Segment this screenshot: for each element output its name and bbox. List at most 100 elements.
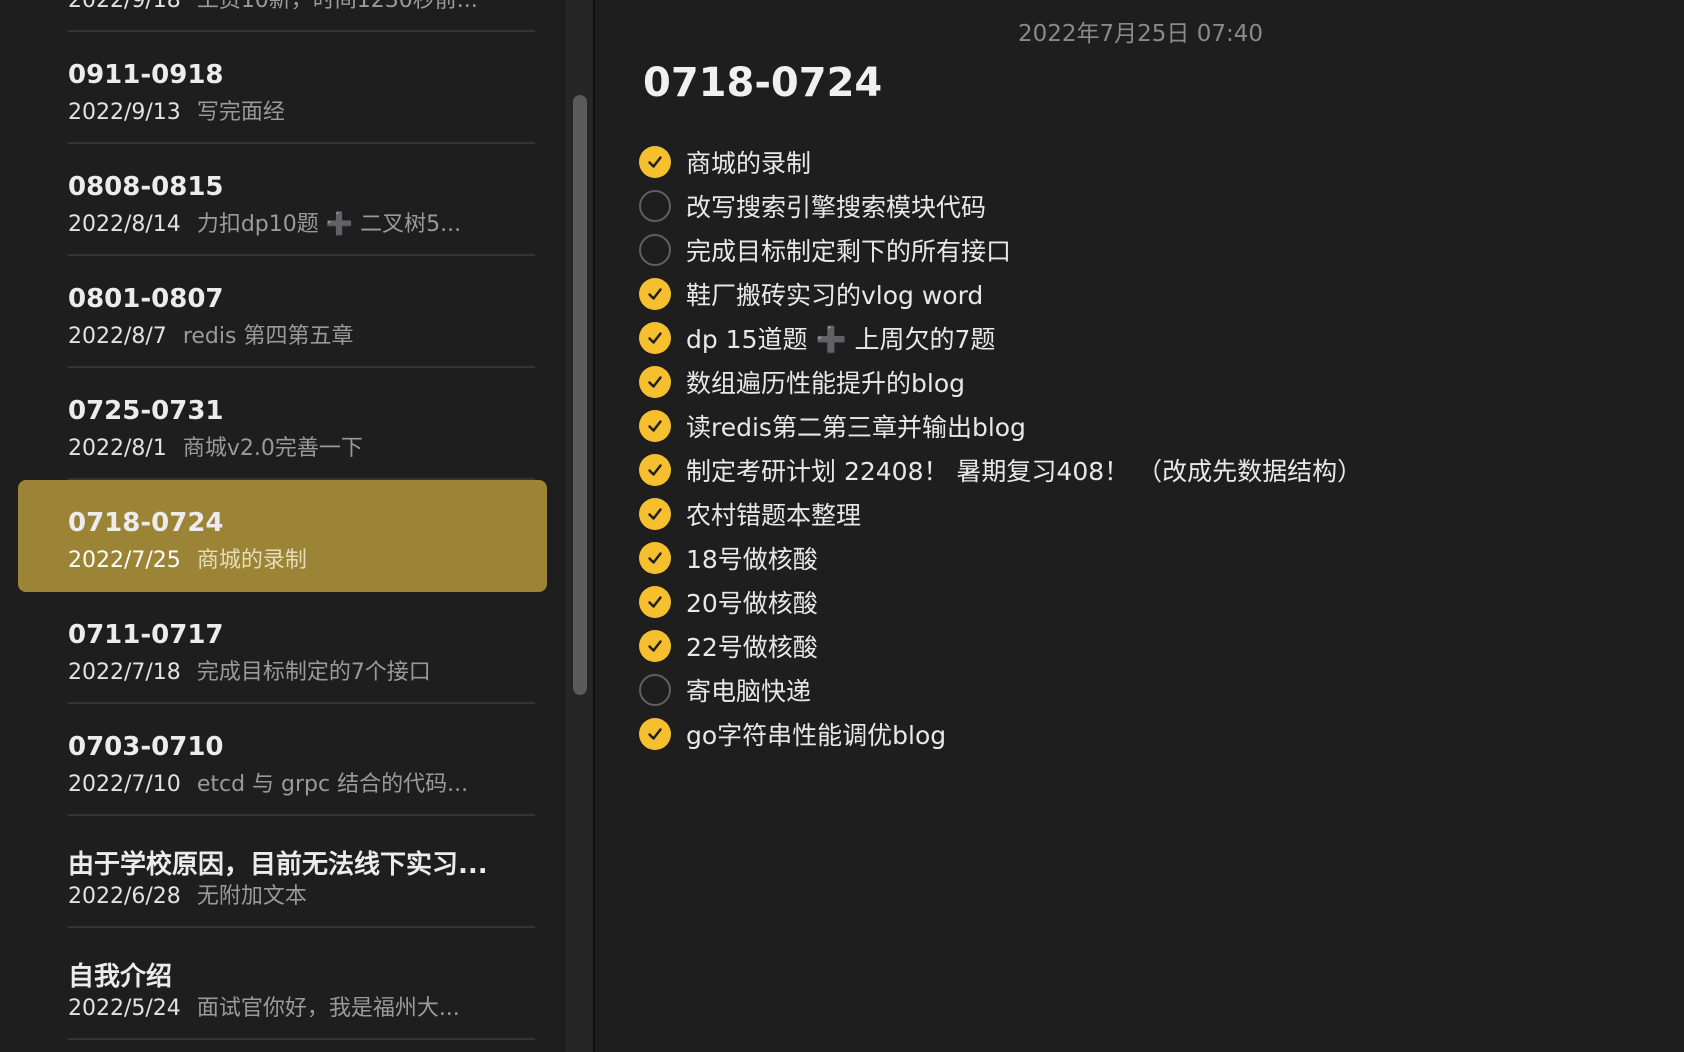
note-meta: 2022/7/10 etcd 与 grpc 结合的代码...	[68, 766, 535, 798]
checklist-item: 18号做核酸	[639, 536, 1664, 580]
checklist-item-text[interactable]: 读redis第二第三章并输出blog	[686, 408, 1026, 444]
checklist-item-text[interactable]: go字符串性能调优blog	[686, 716, 946, 752]
note-title: 自我介绍	[68, 962, 173, 992]
checklist-item: go字符串性能调优blog	[639, 712, 1664, 756]
note-preview: 完成目标制定的7个接口	[196, 660, 431, 685]
checked-circle-icon[interactable]	[639, 454, 671, 486]
checklist-item: 22号做核酸	[639, 624, 1664, 668]
checked-circle-icon[interactable]	[639, 278, 671, 310]
note-list-sidebar: 2022/9/18 工资10新，时间1230秒前... 0911-0918 2022/…	[0, 0, 565, 1052]
note-title: 0711-0717	[68, 620, 224, 650]
unchecked-circle-icon[interactable]	[639, 674, 671, 706]
checklist-item-text[interactable]: 22号做核酸	[686, 628, 818, 664]
note-list-item[interactable]: 自我介绍 2022/5/24 面试官你好，我是福州大...	[18, 928, 547, 1040]
note-date: 2022/7/10	[68, 772, 181, 797]
note-title: 0801-0807	[68, 284, 224, 314]
checked-circle-icon[interactable]	[639, 718, 671, 750]
note-preview: 面试官你好，我是福州大...	[196, 996, 460, 1021]
note-list-item[interactable]: 2022/9/18 工资10新，时间1230秒前...	[18, 0, 547, 32]
note-meta: 2022/8/7 redis 第四第五章	[68, 318, 535, 350]
note-date: 2022/9/13	[68, 100, 181, 125]
checklist-item: 20号做核酸	[639, 580, 1664, 624]
checklist-item-text[interactable]: 完成目标制定剩下的所有接口	[686, 232, 1011, 268]
note-preview: 商城的录制	[196, 548, 307, 573]
sidebar-scrollbar[interactable]	[565, 0, 595, 1052]
checked-circle-icon[interactable]	[639, 366, 671, 398]
note-meta: 2022/6/28 无附加文本	[68, 878, 535, 910]
note-list-item[interactable]: 0808-0815 2022/8/14 力扣dp10题 ➕ 二叉树5...	[18, 144, 547, 256]
note-preview: 工资10新，时间1230秒前...	[196, 0, 478, 13]
note-meta: 2022/8/14 力扣dp10题 ➕ 二叉树5...	[68, 206, 535, 238]
unchecked-circle-icon[interactable]	[639, 234, 671, 266]
note-meta: 2022/9/18 工资10新，时间1230秒前...	[68, 0, 535, 14]
note-date: 2022/5/24	[68, 996, 181, 1021]
note-list: 2022/9/18 工资10新，时间1230秒前... 0911-0918 2022/…	[0, 0, 565, 1040]
note-list-item[interactable]: 0711-0717 2022/7/18 完成目标制定的7个接口	[18, 592, 547, 704]
checklist-item: 制定考研计划 22408！ 暑期复习408！ （改成先数据结构）	[639, 448, 1664, 492]
note-preview: 力扣dp10题 ➕ 二叉树5...	[196, 212, 462, 237]
checklist-item-text[interactable]: 寄电脑快递	[686, 672, 811, 708]
note-list-item[interactable]: 0911-0918 2022/9/13 写完面经	[18, 32, 547, 144]
note-list-item[interactable]: 0801-0807 2022/8/7 redis 第四第五章	[18, 256, 547, 368]
checklist-item: 完成目标制定剩下的所有接口	[639, 228, 1664, 272]
unchecked-circle-icon[interactable]	[639, 190, 671, 222]
note-list-item[interactable]: 0703-0710 2022/7/10 etcd 与 grpc 结合的代码...	[18, 704, 547, 816]
checklist-item-text[interactable]: 20号做核酸	[686, 584, 818, 620]
note-title: 0808-0815	[68, 172, 224, 202]
checklist-item: 数组遍历性能提升的blog	[639, 360, 1664, 404]
note-title: 由于学校原因，目前无法线下实习...	[68, 850, 488, 880]
checklist-item-text[interactable]: 商城的录制	[686, 144, 811, 180]
checklist-item: dp 15道题 ➕ 上周欠的7题	[639, 316, 1664, 360]
note-meta: 2022/7/25 商城的录制	[68, 542, 535, 574]
note-date: 2022/6/28	[68, 884, 181, 909]
checklist-item: 寄电脑快递	[639, 668, 1664, 712]
checked-circle-icon[interactable]	[639, 586, 671, 618]
checklist-item-text[interactable]: dp 15道题 ➕ 上周欠的7题	[686, 320, 995, 356]
note-timestamp: 2022年7月25日 07:40	[1017, 21, 1264, 47]
checked-circle-icon[interactable]	[639, 322, 671, 354]
note-date: 2022/7/25	[68, 548, 181, 573]
checklist: 商城的录制改写搜索引擎搜索模块代码 完成目标制定剩下的所有接口 鞋厂搬砖实习的vlo…	[639, 140, 1664, 756]
checklist-item: 商城的录制	[639, 140, 1664, 184]
checklist-item: 鞋厂搬砖实习的vlog word	[639, 272, 1664, 316]
note-date: 2022/7/18	[68, 660, 181, 685]
note-meta: 2022/5/24 面试官你好，我是福州大...	[68, 990, 535, 1022]
note-title: 0718-0724	[68, 508, 224, 538]
checklist-item-text[interactable]: 数组遍历性能提升的blog	[686, 364, 965, 400]
note-list-item[interactable]: 0725-0731 2022/8/1 商城v2.0完善一下	[18, 368, 547, 480]
note-preview: etcd 与 grpc 结合的代码...	[196, 772, 469, 797]
note-title: 0911-0918	[68, 60, 224, 90]
checklist-item: 读redis第二第三章并输出blog	[639, 404, 1664, 448]
note-meta: 2022/7/18 完成目标制定的7个接口	[68, 654, 535, 686]
checklist-item-text[interactable]: 鞋厂搬砖实习的vlog word	[686, 276, 983, 312]
note-preview: 无附加文本	[196, 884, 307, 909]
note-preview: 写完面经	[196, 100, 285, 125]
checked-circle-icon[interactable]	[639, 542, 671, 574]
checklist-item: 农村错题本整理	[639, 492, 1664, 536]
note-date: 2022/8/7	[68, 324, 167, 349]
checklist-item-text[interactable]: 18号做核酸	[686, 540, 818, 576]
note-title: 0725-0731	[68, 396, 224, 426]
checklist-item-text[interactable]: 改写搜索引擎搜索模块代码	[686, 188, 986, 224]
note-meta: 2022/9/13 写完面经	[68, 94, 535, 126]
note-divider	[68, 1038, 535, 1040]
checklist-item-text[interactable]: 制定考研计划 22408！ 暑期复习408！ （改成先数据结构）	[686, 452, 1362, 488]
scrollbar-thumb[interactable]	[573, 95, 587, 695]
note-date: 2022/8/1	[68, 436, 167, 461]
checked-circle-icon[interactable]	[639, 146, 671, 178]
checked-circle-icon[interactable]	[639, 630, 671, 662]
note-heading[interactable]: 0718-0724	[643, 60, 882, 106]
note-list-item-selected[interactable]: 0718-0724 2022/7/25 商城的录制	[18, 480, 547, 592]
note-date: 2022/9/18	[68, 0, 181, 13]
note-preview: redis 第四第五章	[182, 324, 354, 349]
note-list-item[interactable]: 由于学校原因，目前无法线下实习... 2022/6/28 无附加文本	[18, 816, 547, 928]
note-preview: 商城v2.0完善一下	[182, 436, 363, 461]
checked-circle-icon[interactable]	[639, 410, 671, 442]
checklist-item: 改写搜索引擎搜索模块代码	[639, 184, 1664, 228]
note-meta: 2022/8/1 商城v2.0完善一下	[68, 430, 535, 462]
checked-circle-icon[interactable]	[639, 498, 671, 530]
note-date: 2022/8/14	[68, 212, 181, 237]
checklist-item-text[interactable]: 农村错题本整理	[686, 496, 861, 532]
notes-app: 2022/9/18 工资10新，时间1230秒前... 0911-0918 2022/…	[0, 0, 1684, 1052]
note-editor[interactable]: 2022年7月25日 07:40 0718-0724 商城的录制改写搜索引擎搜索…	[597, 0, 1684, 1052]
